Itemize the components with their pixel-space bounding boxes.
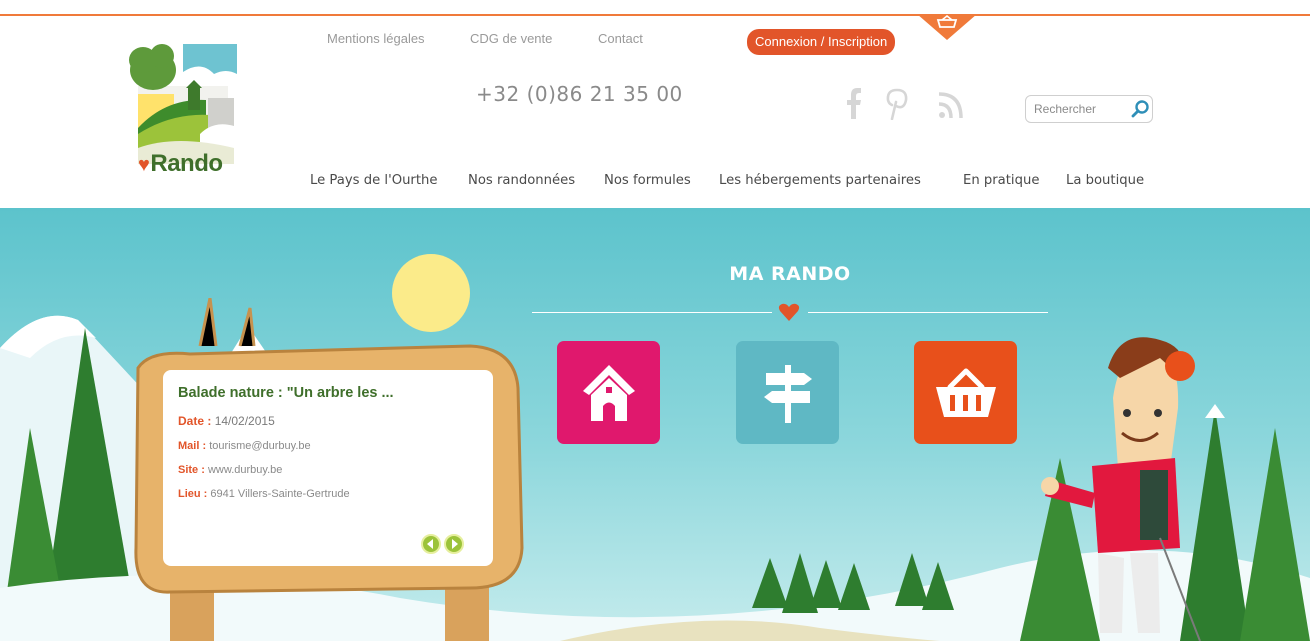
search-icon[interactable] [1130,99,1150,119]
prev-arrow-button[interactable] [421,534,441,554]
pinterest-icon[interactable] [884,86,910,120]
house-icon [583,365,635,421]
rss-icon[interactable] [937,86,965,120]
cart-tab-icon[interactable] [917,14,977,40]
title-divider-right [808,312,1048,313]
signpost-icon [764,365,812,423]
nav-item-randonnees[interactable]: Nos randonnées [468,173,575,188]
hero-banner: MA RANDO Balade nature: "Un arbre les .… [0,208,1310,641]
top-accent-line [0,14,1310,16]
shop-tile[interactable] [914,341,1017,444]
event-mail: Mail : tourisme@durbuy.be [178,440,311,452]
heart-icon [778,303,800,321]
basket-icon [936,368,996,417]
logo-heart-icon: ♥ [138,154,150,176]
nav-item-pratique[interactable]: En pratique [963,173,1039,188]
search-input[interactable] [1032,99,1128,119]
nav-item-formules[interactable]: Nos formules [604,173,691,188]
logo-text[interactable]: ♥Rando [138,150,223,178]
nav-item-boutique[interactable]: La boutique [1066,173,1144,188]
event-card: Balade nature : "Un arbre les ... Date :… [163,370,493,566]
arrow-right-icon [452,539,458,549]
event-site: Site : www.durbuy.be [178,464,283,476]
nav-item-pays[interactable]: Le Pays de l'Ourthe [310,173,438,188]
site-header: ♥Rando Mentions légales CDG de vente Con… [0,0,1310,208]
top-link-cgv[interactable]: CDG de vente [470,31,552,46]
nav-item-hebergements[interactable]: Les hébergements partenaires [719,173,921,188]
accommodation-tile[interactable] [557,341,660,444]
top-link-contact[interactable]: Contact [598,31,643,46]
arrow-left-icon [427,539,433,549]
title-divider-left [532,312,772,313]
event-location: Lieu : 6941 Villers-Sainte-Gertrude [178,488,350,500]
event-date: Date : 14/02/2015 [178,414,275,428]
facebook-icon[interactable] [845,86,863,120]
search-box [1025,95,1153,123]
login-button[interactable]: Connexion / Inscription [747,29,896,55]
next-arrow-button[interactable] [444,534,464,554]
event-title[interactable]: Balade nature : "Un arbre les ... [178,385,394,401]
hikes-tile[interactable] [736,341,839,444]
ma-rando-title: MA RANDO [729,263,851,285]
phone-number: +32 (0)86 21 35 00 [476,82,683,106]
top-link-mentions[interactable]: Mentions légales [327,31,425,46]
